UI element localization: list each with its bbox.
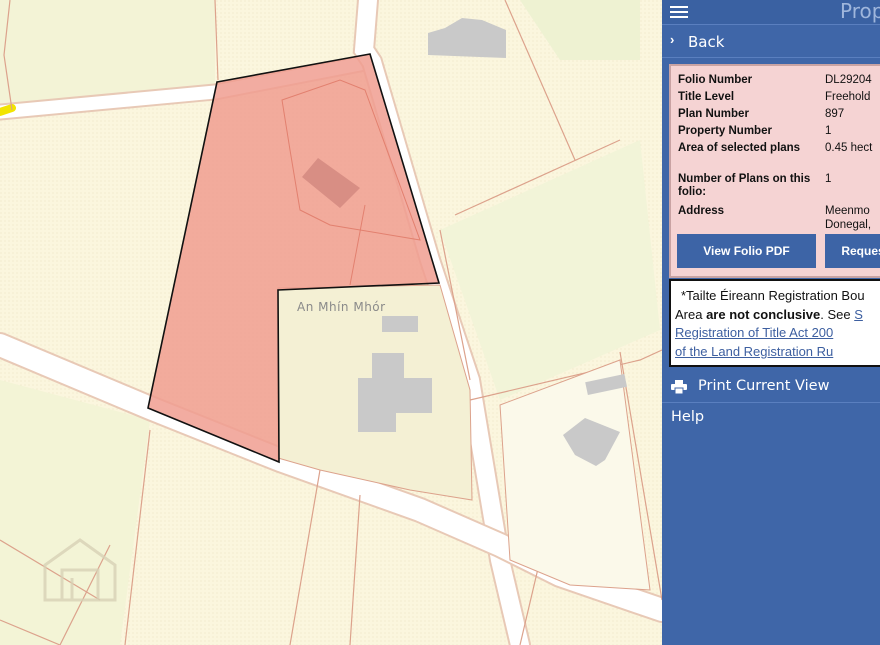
note-line-4[interactable]: of the Land Registration Ru — [675, 342, 833, 361]
printer-icon — [671, 380, 687, 394]
chevron-right-icon: › — [670, 32, 675, 47]
back-button[interactable]: › Back — [662, 25, 880, 58]
title-level-value: Freehold — [825, 91, 871, 103]
panel-title: Prop — [840, 0, 880, 23]
hamburger-menu-icon[interactable] — [670, 3, 688, 19]
land-registration-rules-link[interactable]: of the Land Registration Ru — [675, 344, 833, 359]
registration-act-link[interactable]: Registration of Title Act 200 — [675, 325, 833, 340]
note-bold-text: are not conclusive — [706, 307, 821, 322]
place-label: An Mhín Mhór — [297, 300, 386, 314]
request-button[interactable]: Request — [825, 234, 880, 268]
plan-number-value: 897 — [825, 108, 845, 120]
map-view[interactable]: An Mhín Mhór — [0, 0, 662, 645]
note-line-3[interactable]: Registration of Title Act 200 — [675, 323, 833, 342]
number-of-plans-key: Number of Plans on this folio: — [678, 173, 811, 198]
address-value-line1: Meenmo — [825, 205, 870, 217]
note-line-1: *Tailte Éireann Registration Bou — [681, 288, 865, 303]
folio-number-value: DL29204 — [825, 74, 872, 86]
panel-header: Prop — [662, 0, 880, 25]
folio-details: Folio Number DL29204 Title Level Freehol… — [669, 64, 880, 278]
area-key: Area of selected plans — [678, 142, 801, 154]
area-value: 0.45 hect — [825, 142, 873, 154]
note-line-2: Area are not conclusive. See S — [675, 305, 863, 324]
address-key: Address — [678, 205, 725, 217]
disclaimer-note: *Tailte Éireann Registration Bou Area ar… — [669, 279, 880, 367]
note-text: . See — [820, 307, 855, 322]
plan-number-key: Plan Number — [678, 108, 749, 120]
side-panel: Prop › Back Folio Number DL29204 Title L… — [662, 0, 880, 645]
back-label: Back — [688, 33, 725, 51]
number-of-plans-value: 1 — [825, 173, 832, 185]
note-text: Area — [675, 307, 707, 322]
section-link[interactable]: S — [854, 307, 863, 322]
property-number-key: Property Number — [678, 125, 772, 137]
folio-number-key: Folio Number — [678, 74, 753, 86]
property-number-value: 1 — [825, 125, 832, 137]
help-link[interactable]: Help — [671, 409, 704, 425]
map-canvas[interactable] — [0, 0, 662, 645]
address-value-line2: Donegal, — [825, 219, 872, 231]
print-current-view-button[interactable]: Print Current View — [662, 372, 880, 403]
print-label: Print Current View — [698, 378, 830, 394]
title-level-key: Title Level — [678, 91, 735, 103]
view-folio-pdf-button[interactable]: View Folio PDF — [677, 234, 816, 268]
